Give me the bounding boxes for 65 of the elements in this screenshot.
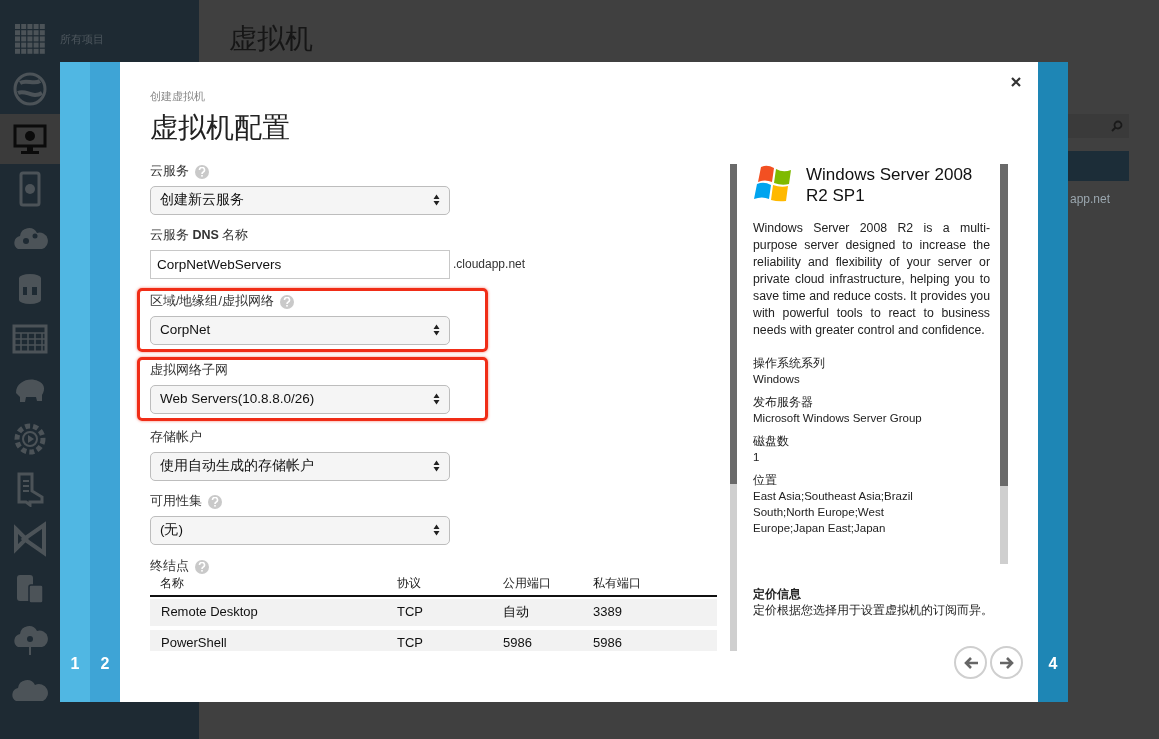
column-header: 名称 [159, 576, 185, 592]
pricing-title: 定价信息 [753, 586, 802, 602]
select-field[interactable]: 使用自动生成的存储帐户 [150, 451, 450, 481]
property-label: 发布服务器 [753, 394, 814, 410]
help-icon[interactable] [195, 164, 209, 179]
select-field[interactable]: CorpNet [150, 315, 450, 345]
help-icon[interactable] [195, 559, 209, 574]
search-icon [1111, 120, 1123, 132]
image-title: Windows Server 2008 R2 SP1 [806, 163, 974, 206]
image-description: Windows Server 2008 R2 is a multi-purpose server designed to increase the reliability and flexibility of your server or private cloud infrastructure, helping you to save time and reduce costs. It provides you with powerful tools to react to business needs with greater control and confidence. [753, 219, 990, 339]
scrollbar[interactable] [1000, 163, 1008, 564]
table-row[interactable]: Remote Desktop TCP 自动 3389 [150, 598, 717, 626]
field-label: 虚拟网络子网 [150, 362, 228, 380]
table-cell-text: 5986 [593, 634, 623, 651]
field-label: 存储帐户 [150, 429, 202, 447]
field-label: 云服务 DNS 名称 [150, 227, 249, 245]
table-cell-text: 自动 [503, 603, 530, 622]
right-arrow-icon [998, 655, 1015, 670]
scrollbar[interactable] [730, 163, 737, 651]
property-value: 1 [753, 449, 761, 465]
table-cell-text: 3389 [593, 603, 623, 622]
table-cell-text: Remote Desktop [160, 603, 259, 622]
caret-icon [433, 524, 440, 536]
table-cell-text: 5986 [503, 634, 533, 651]
domain-suffix: .cloudapp.net [453, 255, 526, 273]
text-field[interactable]: CorpNetWebServers [150, 249, 450, 279]
field-label: 可用性集 [150, 493, 202, 511]
grid-icon [12, 21, 48, 57]
globe-icon [12, 71, 48, 107]
column-header: 私有端口 [593, 576, 642, 592]
gear-icon [12, 421, 48, 457]
column-header: 协议 [397, 576, 422, 592]
property-value: East Asia;Southeast Asia;Brazil South;North Europe;West Europe;Japan East;Japan [753, 488, 914, 536]
caret-icon [433, 393, 440, 405]
help-icon[interactable] [208, 494, 222, 509]
select-field[interactable]: (无) [150, 515, 450, 545]
field-label: 云服务 [150, 163, 189, 181]
select-field[interactable]: 创建新云服务 [150, 185, 450, 215]
next-button[interactable] [990, 646, 1023, 679]
table-cell-text: PowerShell [160, 634, 228, 651]
left-arrow-icon [962, 655, 979, 670]
property-value: Microsoft Windows Server Group [753, 410, 923, 426]
dialog-title: 虚拟机配置 [150, 110, 291, 145]
help-icon[interactable] [279, 294, 294, 309]
section-label: 终结点 [150, 558, 189, 576]
table-cell-text: TCP [397, 603, 424, 622]
nav-item[interactable] [0, 114, 60, 164]
pricing-text: 定价根据您选择用于设置虚拟机的订阅而异。 [753, 602, 994, 618]
field-label: 区域/地缘组/虚拟网络 [150, 293, 274, 311]
property-value: Windows [753, 371, 801, 387]
table-cell-text: TCP [397, 634, 424, 651]
dialog-subtitle: 创建虚拟机 [150, 89, 206, 104]
property-label: 操作系统系列 [753, 355, 826, 371]
caret-icon [433, 194, 440, 206]
table-row[interactable]: PowerShell TCP 5986 5986 [150, 629, 717, 651]
covered-text: app.net [1070, 191, 1111, 208]
close-icon [1010, 76, 1022, 88]
back-button[interactable] [954, 646, 987, 679]
column-header: 公用端口 [503, 576, 552, 592]
property-label: 磁盘数 [753, 433, 790, 449]
property-label: 位置 [753, 472, 778, 488]
select-field[interactable]: Web Servers(10.8.8.0/26) [150, 384, 450, 414]
caret-icon [433, 460, 440, 472]
caret-icon [433, 324, 440, 336]
wizard-step[interactable]: 4 [1038, 62, 1068, 702]
